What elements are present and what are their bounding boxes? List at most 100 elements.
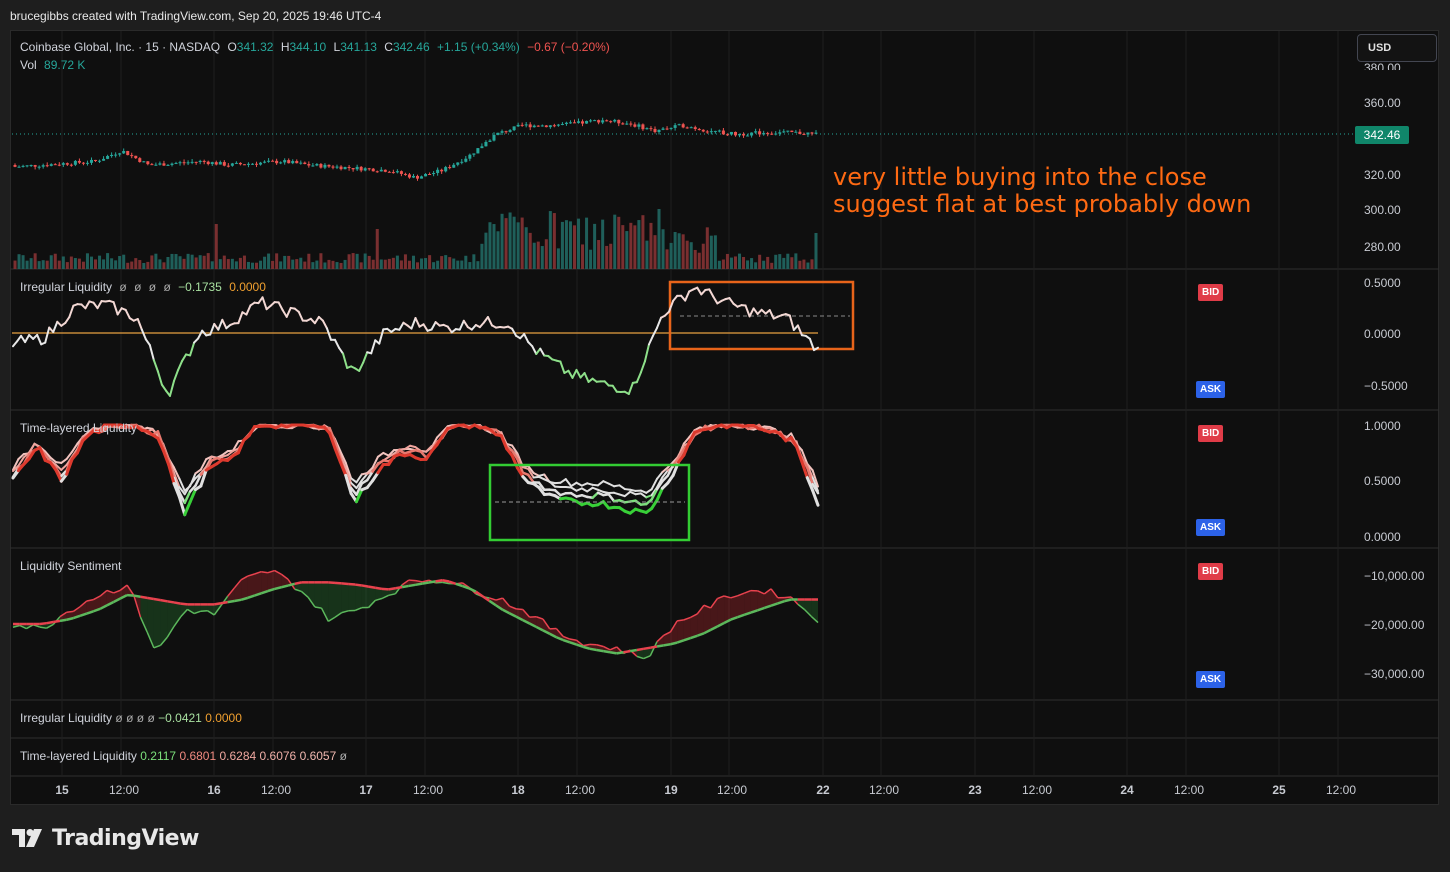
volume-bar: [540, 246, 544, 269]
candle-body: [77, 160, 81, 163]
collapsed-timelayered-pane[interactable]: Time-layered Liquidity 0.2117 0.6801 0.6…: [20, 749, 347, 763]
volume-bar: [17, 254, 21, 269]
volume-bar: [717, 260, 721, 269]
irregular-line-segment: [358, 361, 365, 372]
volume-bar: [371, 259, 375, 269]
timelayered-axis-label: 0.0000: [1364, 530, 1401, 544]
candle-body: [705, 131, 709, 133]
candle-body: [633, 124, 637, 127]
volume-bar: [653, 235, 657, 269]
candle-body: [661, 128, 665, 130]
candle-body: [709, 131, 713, 133]
volume-bar: [238, 257, 242, 269]
tradingview-brand[interactable]: TradingView: [12, 826, 199, 851]
volume-bar: [669, 242, 673, 269]
close-label: C: [384, 40, 393, 54]
volume-bar: [202, 255, 206, 269]
symbol-legend[interactable]: Coinbase Global, Inc. · 15 · NASDAQ O341…: [20, 40, 614, 54]
volume-bars: [13, 209, 818, 269]
liquidity-sentiment-area: [12, 569, 819, 660]
volume-bar: [102, 259, 106, 269]
irregular-legend[interactable]: Irregular Liquidity ø ø ø ø −0.1735 0.00…: [20, 280, 270, 294]
candle-body: [110, 154, 114, 157]
legend-null: ø: [163, 280, 171, 294]
irregular-line-segment: [84, 300, 91, 310]
volume-bar: [609, 243, 613, 269]
sentiment-legend[interactable]: Liquidity Sentiment: [20, 559, 125, 573]
sentiment-fill: [750, 590, 758, 613]
high-label: H: [280, 40, 290, 54]
irregular-line-segment: [338, 346, 345, 355]
sentiment-slow-line: [401, 584, 410, 589]
bid-badge: BID: [1198, 563, 1224, 580]
volume-bar: [500, 213, 504, 269]
candle-body: [713, 130, 717, 132]
volume-bar: [468, 262, 472, 269]
candle-body: [601, 120, 605, 123]
candle-body: [379, 169, 383, 172]
volume-bar: [295, 259, 299, 269]
volume-bar: [480, 243, 484, 269]
volume-bar: [271, 260, 275, 269]
candle-body: [166, 164, 170, 166]
chart-canvas[interactable]: [0, 0, 1450, 872]
timelayered-legend[interactable]: Time-layered Liquidity: [20, 421, 141, 435]
volume-legend[interactable]: Vol 89.72 K: [20, 58, 89, 72]
candle-body: [621, 123, 625, 125]
text-annotation[interactable]: very little buying into the close sugges…: [833, 164, 1251, 218]
sentiment-slow-line: [421, 581, 430, 585]
irregular-line-segment: [68, 304, 75, 319]
volume-bar: [130, 261, 134, 269]
volume-bar: [122, 254, 126, 269]
candle-body: [572, 122, 576, 124]
volume-bar: [242, 255, 246, 269]
volume-bar: [750, 258, 754, 269]
volume-bar: [323, 262, 327, 269]
volume-bar: [29, 258, 33, 269]
irregular-line-segment: [177, 360, 184, 372]
candle-body: [335, 166, 339, 168]
volume-bar: [210, 261, 214, 269]
candle-body: [383, 169, 387, 172]
candle-body: [118, 153, 122, 155]
currency-button[interactable]: USD: [1357, 34, 1437, 62]
candle-body: [552, 125, 556, 127]
sentiment-slow-line: [287, 582, 296, 587]
candle-body: [242, 164, 246, 166]
irregular-line-segment: [627, 381, 634, 396]
volume-bar: [275, 253, 279, 269]
volume-bar: [689, 242, 693, 269]
candle-body: [770, 133, 774, 135]
candle-body: [568, 122, 572, 124]
volume-bar: [379, 259, 383, 269]
candle-body: [102, 158, 106, 161]
irregular-value-2: 0.0000: [229, 280, 266, 294]
legend-null: ø: [136, 711, 145, 725]
sentiment-fast-line: [516, 608, 523, 611]
volume-bar: [709, 235, 713, 269]
volume-bar: [246, 261, 250, 269]
sentiment-fill: [717, 595, 725, 627]
candle-body: [548, 125, 552, 128]
candle-body: [500, 131, 504, 133]
candle-body: [250, 163, 254, 165]
collapsed-irregular-pane[interactable]: Irregular Liquidity ø ø ø ø −0.0421 0.00…: [20, 711, 242, 725]
volume-bar: [319, 253, 323, 269]
sentiment-slow-line: [234, 598, 242, 603]
volume-bar: [597, 240, 601, 269]
sentiment-slow-line: [220, 600, 228, 605]
volume-bar: [154, 253, 158, 269]
price-candles: [13, 117, 818, 181]
irregular-line-segment: [462, 319, 469, 329]
candle-body: [625, 123, 629, 125]
volume-bar: [146, 261, 150, 269]
bid-badge: BID: [1198, 284, 1224, 301]
sentiment-slow-line: [442, 578, 450, 583]
volume-bar: [142, 262, 146, 269]
volume-bar: [283, 255, 287, 269]
volume-bar: [61, 256, 65, 269]
volume-bar: [279, 261, 283, 269]
candle-body: [263, 161, 267, 163]
symbol-name[interactable]: Coinbase Global, Inc. · 15 · NASDAQ: [20, 40, 220, 54]
volume-bar: [387, 258, 391, 269]
